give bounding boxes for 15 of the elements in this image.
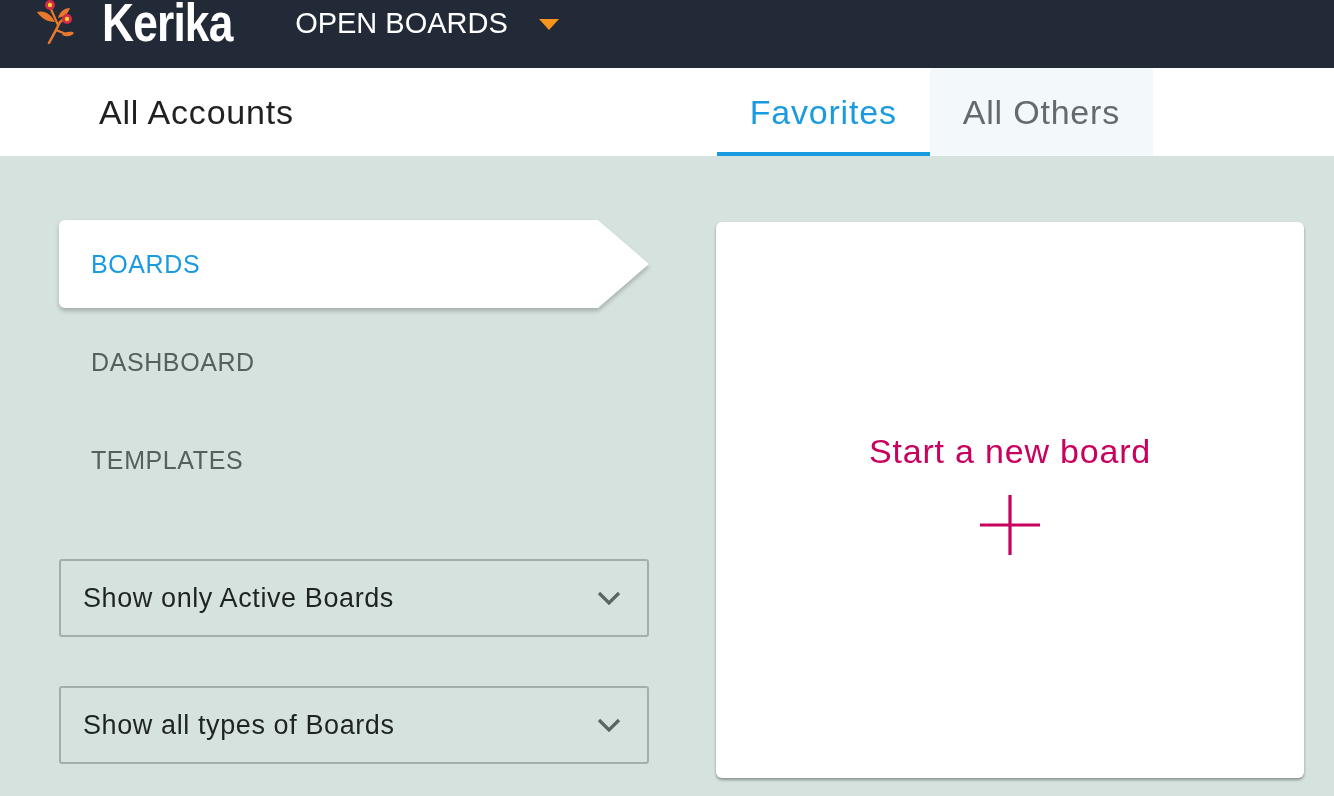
caret-down-icon <box>538 19 559 30</box>
new-board-card[interactable]: Start a new board <box>716 222 1304 778</box>
sidebar-nav-item[interactable]: TEMPLATES <box>91 445 244 475</box>
logo-text: Kerika <box>102 0 233 46</box>
chevron-down-icon <box>597 591 621 605</box>
sidebar-nav-item[interactable]: BOARDS <box>59 220 649 308</box>
filter-dropdown[interactable]: Show only Active Boards <box>59 559 649 637</box>
open-boards-menu[interactable]: OPEN BOARDS <box>295 9 559 38</box>
sidebar-nav-item[interactable]: DASHBOARD <box>91 347 255 377</box>
chevron-down-icon <box>597 718 621 732</box>
account-tab[interactable]: All Others <box>929 68 1153 156</box>
flower-logo-icon <box>36 0 76 44</box>
plus-icon <box>980 495 1040 555</box>
account-title: All Accounts <box>99 91 294 133</box>
filter-dropdown[interactable]: Show all types of Boards <box>59 686 649 764</box>
